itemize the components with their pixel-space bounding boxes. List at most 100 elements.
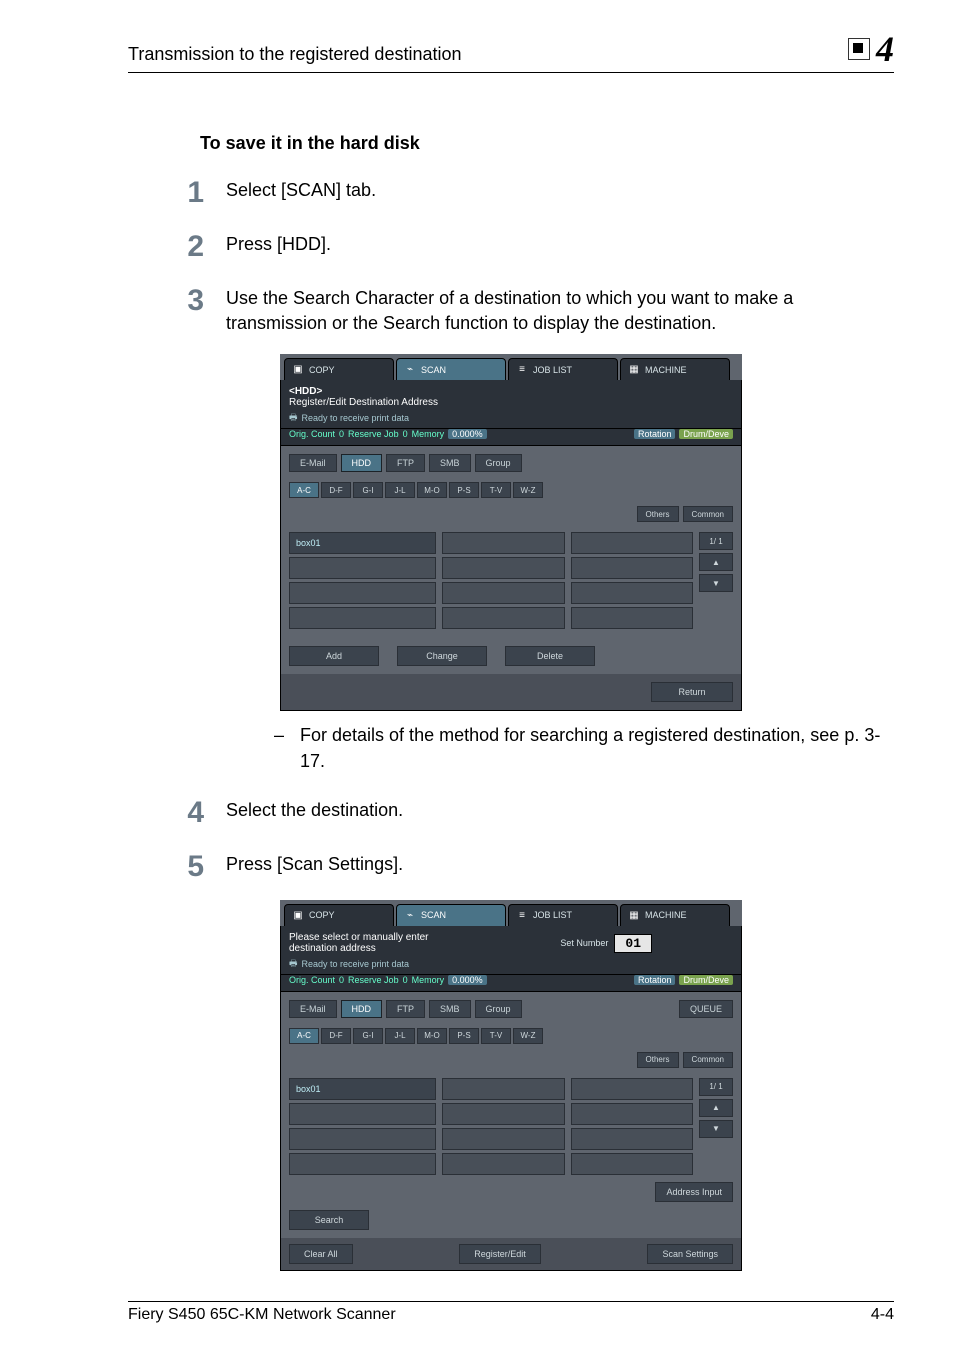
alpha-gi[interactable]: G-I bbox=[353, 1028, 383, 1044]
status-subtitle: destination address bbox=[289, 943, 376, 954]
set-number: Set Number 01 bbox=[560, 934, 652, 953]
subtab-smb[interactable]: SMB bbox=[429, 1000, 471, 1018]
alpha-ac[interactable]: A-C bbox=[289, 482, 319, 498]
add-button[interactable]: Add bbox=[289, 646, 379, 666]
alpha-ps[interactable]: P-S bbox=[449, 482, 479, 498]
orig-count-value: 0 bbox=[339, 429, 344, 439]
alpha-df[interactable]: D-F bbox=[321, 482, 351, 498]
alpha-wz[interactable]: W-Z bbox=[513, 482, 543, 498]
search-button[interactable]: Search bbox=[289, 1210, 369, 1230]
change-button[interactable]: Change bbox=[397, 646, 487, 666]
pill-common[interactable]: Common bbox=[683, 1052, 733, 1068]
list-item[interactable] bbox=[571, 557, 694, 579]
scan-settings-button[interactable]: Scan Settings bbox=[647, 1244, 733, 1264]
subtab-email[interactable]: E-Mail bbox=[289, 454, 337, 472]
tab-copy[interactable]: ▣COPY bbox=[284, 904, 394, 926]
copy-icon: ▣ bbox=[291, 909, 305, 921]
subtab-queue[interactable]: QUEUE bbox=[679, 1000, 733, 1018]
list-item[interactable] bbox=[442, 582, 565, 604]
subtab-ftp[interactable]: FTP bbox=[386, 1000, 425, 1018]
clear-all-button[interactable]: Clear All bbox=[289, 1244, 353, 1264]
alpha-df[interactable]: D-F bbox=[321, 1028, 351, 1044]
alpha-mo[interactable]: M-O bbox=[417, 1028, 447, 1044]
list-item[interactable] bbox=[289, 607, 436, 629]
alpha-mo[interactable]: M-O bbox=[417, 482, 447, 498]
memory-label: Memory bbox=[412, 429, 445, 439]
alpha-tv[interactable]: T-V bbox=[481, 1028, 511, 1044]
panel-body: E-Mail HDD FTP SMB Group QUEUE A-C D-F G… bbox=[280, 992, 742, 1238]
page-down-button[interactable]: ▼ bbox=[699, 1120, 733, 1138]
subtab-group[interactable]: Group bbox=[475, 1000, 522, 1018]
list-item[interactable] bbox=[289, 582, 436, 604]
tab-copy[interactable]: ▣COPY bbox=[284, 358, 394, 380]
subtab-hdd[interactable]: HDD bbox=[341, 1000, 383, 1018]
dest-type-tabs: E-Mail HDD FTP SMB Group QUEUE bbox=[289, 1000, 733, 1018]
subtab-group[interactable]: Group bbox=[475, 454, 522, 472]
status-title: Please select or manually enter bbox=[289, 932, 429, 943]
list-item[interactable] bbox=[571, 1128, 694, 1150]
action-row: Add Change Delete bbox=[289, 646, 733, 666]
alpha-wz[interactable]: W-Z bbox=[513, 1028, 543, 1044]
page-header: Transmission to the registered destinati… bbox=[128, 28, 894, 73]
alpha-tv[interactable]: T-V bbox=[481, 482, 511, 498]
list-item[interactable] bbox=[571, 607, 694, 629]
page-indicator: 1/ 1 bbox=[699, 1078, 733, 1096]
tab-machine[interactable]: ▦MACHINE bbox=[620, 904, 730, 926]
tab-scan[interactable]: ⌁SCAN bbox=[396, 358, 506, 380]
status-ready: Ready to receive print data bbox=[302, 413, 410, 423]
status-bar: <HDD> Register/Edit Destination Address … bbox=[280, 380, 742, 429]
section-heading: To save it in the hard disk bbox=[200, 133, 894, 154]
address-input-button[interactable]: Address Input bbox=[655, 1182, 733, 1202]
page-down-button[interactable]: ▼ bbox=[699, 574, 733, 592]
list-item[interactable]: box01 bbox=[289, 532, 436, 554]
list-item[interactable] bbox=[442, 607, 565, 629]
list-item[interactable] bbox=[289, 1128, 436, 1150]
alpha-ac[interactable]: A-C bbox=[289, 1028, 319, 1044]
alpha-jl[interactable]: J-L bbox=[385, 1028, 415, 1044]
step-number: 1 bbox=[176, 178, 204, 208]
return-button[interactable]: Return bbox=[651, 682, 733, 702]
pill-others[interactable]: Others bbox=[637, 1052, 679, 1068]
tab-joblist[interactable]: ≡JOB LIST bbox=[508, 358, 618, 380]
list-item[interactable] bbox=[289, 557, 436, 579]
set-number-label: Set Number bbox=[560, 938, 608, 948]
list-item[interactable] bbox=[289, 1153, 436, 1175]
footer-left: Fiery S450 65C-KM Network Scanner bbox=[128, 1306, 396, 1324]
subtab-hdd[interactable]: HDD bbox=[341, 454, 383, 472]
pill-common[interactable]: Common bbox=[683, 506, 733, 522]
subtab-ftp[interactable]: FTP bbox=[386, 454, 425, 472]
list-item[interactable] bbox=[442, 1078, 565, 1100]
list-item[interactable] bbox=[571, 582, 694, 604]
step-number: 4 bbox=[176, 798, 204, 828]
list-item[interactable] bbox=[442, 1128, 565, 1150]
tab-scan[interactable]: ⌁SCAN bbox=[396, 904, 506, 926]
list-item[interactable] bbox=[571, 1103, 694, 1125]
subtab-smb[interactable]: SMB bbox=[429, 454, 471, 472]
page-up-button[interactable]: ▲ bbox=[699, 1099, 733, 1117]
list-col-3 bbox=[571, 1078, 694, 1178]
alpha-ps[interactable]: P-S bbox=[449, 1028, 479, 1044]
list-item[interactable] bbox=[442, 1153, 565, 1175]
list-col-3 bbox=[571, 532, 694, 632]
alpha-gi[interactable]: G-I bbox=[353, 482, 383, 498]
pill-others[interactable]: Others bbox=[637, 506, 679, 522]
list-item[interactable] bbox=[571, 532, 694, 554]
register-edit-button[interactable]: Register/Edit bbox=[459, 1244, 541, 1264]
alpha-jl[interactable]: J-L bbox=[385, 482, 415, 498]
list-item[interactable] bbox=[442, 557, 565, 579]
list-item[interactable] bbox=[289, 1103, 436, 1125]
list-item[interactable]: box01 bbox=[289, 1078, 436, 1100]
machine-icon: ▦ bbox=[627, 909, 641, 921]
tab-label: COPY bbox=[309, 365, 335, 375]
list-item[interactable] bbox=[442, 532, 565, 554]
tab-machine[interactable]: ▦MACHINE bbox=[620, 358, 730, 380]
machine-icon: ▦ bbox=[627, 364, 641, 376]
pager: 1/ 1 ▲ ▼ bbox=[699, 532, 733, 632]
list-item[interactable] bbox=[571, 1078, 694, 1100]
page-up-button[interactable]: ▲ bbox=[699, 553, 733, 571]
subtab-email[interactable]: E-Mail bbox=[289, 1000, 337, 1018]
list-item[interactable] bbox=[442, 1103, 565, 1125]
delete-button[interactable]: Delete bbox=[505, 646, 595, 666]
tab-joblist[interactable]: ≡JOB LIST bbox=[508, 904, 618, 926]
list-item[interactable] bbox=[571, 1153, 694, 1175]
